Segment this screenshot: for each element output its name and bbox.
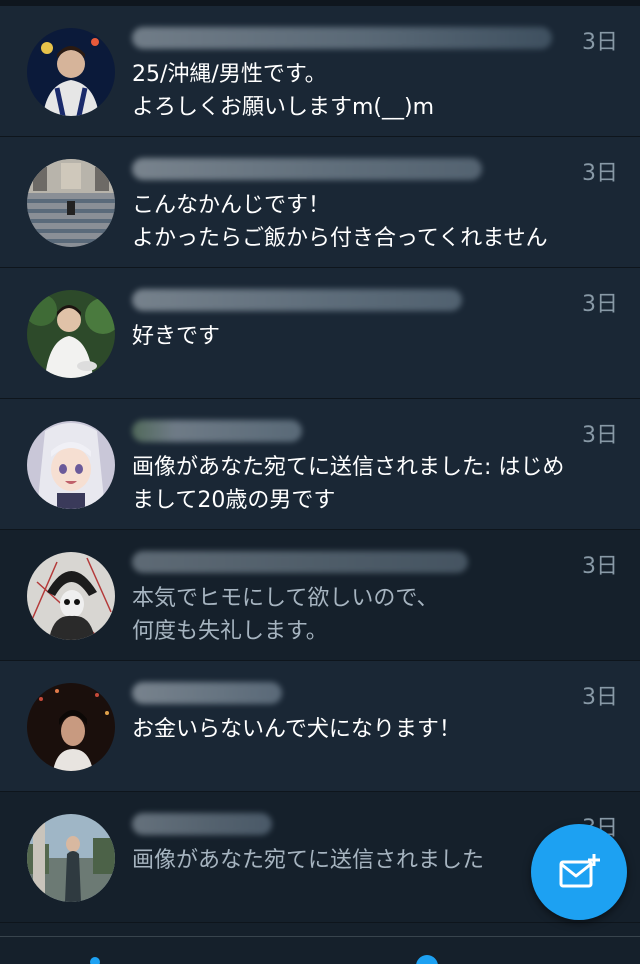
message-preview: こんなかんじです！ よかったらご飯から付き合ってくれません bbox=[132, 193, 548, 251]
message-date: 3日 bbox=[582, 161, 618, 186]
conversation-list: 3日 25/沖縄/男性です。 よろしくお願いしますm(__)m 3日 こんなかん… bbox=[0, 6, 640, 923]
avatar[interactable] bbox=[27, 552, 115, 640]
message-date: 3日 bbox=[582, 30, 618, 55]
dm-screen: 3日 25/沖縄/男性です。 よろしくお願いしますm(__)m 3日 こんなかん… bbox=[0, 0, 640, 964]
blurred-username bbox=[132, 813, 272, 835]
message-preview: 好きです bbox=[132, 324, 221, 349]
avatar[interactable] bbox=[27, 683, 115, 771]
avatar[interactable] bbox=[27, 421, 115, 509]
message-preview: お金いらないんで犬になります！ bbox=[132, 717, 461, 742]
message-date: 3日 bbox=[582, 292, 618, 317]
compose-message-button[interactable] bbox=[531, 824, 627, 920]
conversation-row[interactable]: 3日 本気でヒモにして欲しいので、 何度も失礼します。 bbox=[0, 530, 640, 661]
tab-badge[interactable] bbox=[416, 955, 438, 964]
new-message-icon bbox=[559, 854, 600, 888]
tab-notification-dot[interactable] bbox=[90, 957, 100, 964]
blurred-username bbox=[132, 420, 302, 442]
blurred-username bbox=[132, 682, 282, 704]
avatar[interactable] bbox=[27, 28, 115, 116]
message-date: 3日 bbox=[582, 423, 618, 448]
conversation-row[interactable]: 3日 25/沖縄/男性です。 よろしくお願いしますm(__)m bbox=[0, 6, 640, 137]
avatar[interactable] bbox=[27, 290, 115, 378]
message-preview: 25/沖縄/男性です。 よろしくお願いしますm(__)m bbox=[132, 62, 435, 120]
message-preview: 画像があなた宛てに送信されました: はじめ まして20歳の男です bbox=[132, 455, 565, 513]
conversation-row[interactable]: 3日 お金いらないんで犬になります！ bbox=[0, 661, 640, 792]
blurred-username bbox=[132, 158, 482, 180]
avatar[interactable] bbox=[27, 159, 115, 247]
conversation-row[interactable]: 3日 画像があなた宛てに送信されました: はじめ まして20歳の男です bbox=[0, 399, 640, 530]
message-date: 3日 bbox=[582, 685, 618, 710]
blurred-username bbox=[132, 289, 462, 311]
blurred-username bbox=[132, 27, 552, 49]
conversation-row[interactable]: 3日 こんなかんじです！ よかったらご飯から付き合ってくれません bbox=[0, 137, 640, 268]
avatar[interactable] bbox=[27, 814, 115, 902]
message-date: 3日 bbox=[582, 554, 618, 579]
message-preview: 本気でヒモにして欲しいので、 何度も失礼します。 bbox=[132, 586, 439, 644]
blurred-username bbox=[132, 551, 468, 573]
bottom-tab-bar bbox=[0, 936, 640, 964]
conversation-row[interactable]: 3日 好きです bbox=[0, 268, 640, 399]
